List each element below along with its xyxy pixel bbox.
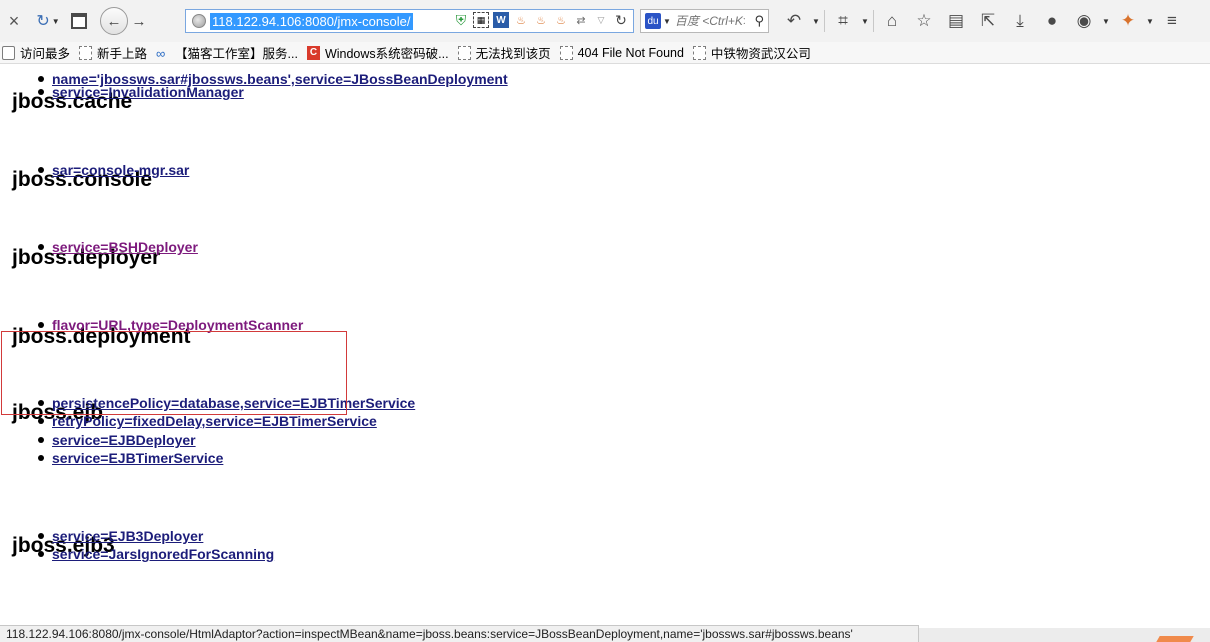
bookmark-item[interactable]: C Windows系统密码破... bbox=[306, 43, 449, 62]
java-icon[interactable]: ♨ bbox=[553, 12, 569, 28]
forward-button[interactable]: → bbox=[128, 7, 150, 35]
user-icon[interactable]: ● bbox=[1036, 7, 1068, 35]
mbean-link[interactable]: service=JarsIgnoredForScanning bbox=[52, 546, 274, 562]
list-item: service=EJBDeployer bbox=[38, 432, 196, 448]
mbean-link[interactable]: sar=console-mgr.sar bbox=[52, 162, 189, 178]
bookmark-item[interactable]: 新手上路 bbox=[79, 43, 147, 62]
mbean-link[interactable]: service=EJBTimerService bbox=[52, 450, 223, 466]
address-bar-icons: ⛨ ▦ W ♨ ♨ ♨ ⇄ ▽ ↻ bbox=[453, 12, 629, 28]
bookmark-label: 无法找到该页 bbox=[475, 47, 551, 61]
reader-icon[interactable]: ▤ bbox=[940, 7, 972, 35]
bookmarks-bar: 访问最多 新手上路 ∞ 【猫客工作室】服务... C Windows系统密码破... 无法找… bbox=[0, 42, 1210, 64]
bookmark-label: 404 File Not Found bbox=[577, 45, 684, 60]
undo-icon[interactable]: ↶ bbox=[778, 7, 810, 35]
highlight-box bbox=[1, 331, 347, 415]
list-item: service=JarsIgnoredForScanning bbox=[38, 546, 274, 562]
list-item: retryPolicy=fixedDelay,service=EJBTimerS… bbox=[38, 413, 377, 429]
bullet-icon bbox=[38, 533, 44, 539]
folder-icon bbox=[2, 45, 15, 60]
page-icon bbox=[559, 45, 573, 60]
qr-code-icon[interactable]: ▦ bbox=[473, 12, 489, 28]
bookmark-item[interactable]: ∞ 【猫客工作室】服务... bbox=[156, 43, 298, 62]
globe-icon bbox=[192, 14, 206, 28]
bullet-icon bbox=[38, 244, 44, 250]
search-input[interactable] bbox=[674, 14, 745, 28]
mbean-link[interactable]: service=BSHDeployer bbox=[52, 239, 198, 255]
bullet-icon bbox=[38, 167, 44, 173]
chevron-down-icon: ▼ bbox=[51, 16, 60, 26]
search-icon[interactable]: ⚲ bbox=[754, 13, 764, 29]
chevron-down-icon[interactable]: ▼ bbox=[810, 17, 822, 26]
close-tab-button[interactable]: × bbox=[0, 7, 28, 35]
toolbar-separator bbox=[873, 10, 874, 32]
chevron-down-icon[interactable]: ▽ bbox=[593, 12, 609, 28]
back-button[interactable]: ← bbox=[100, 7, 128, 35]
chevron-down-icon[interactable]: ▼ bbox=[663, 17, 671, 26]
bullet-icon bbox=[38, 418, 44, 424]
list-item: service=EJBTimerService bbox=[38, 450, 223, 466]
mbean-link[interactable]: service=EJBDeployer bbox=[52, 432, 196, 448]
back-arrow-icon: ← bbox=[106, 12, 122, 30]
list-item: sar=console-mgr.sar bbox=[38, 162, 189, 178]
extension-icon[interactable]: ✦ bbox=[1112, 7, 1144, 35]
bookmark-item[interactable]: 访问最多 bbox=[2, 43, 70, 62]
java-icon[interactable]: ♨ bbox=[513, 12, 529, 28]
chevron-down-icon[interactable]: ▼ bbox=[1144, 17, 1156, 26]
toolbar-separator bbox=[824, 10, 825, 32]
bookmark-item[interactable]: 404 File Not Found bbox=[559, 45, 684, 60]
red-c-icon: C bbox=[306, 45, 320, 60]
bullet-icon bbox=[38, 76, 44, 82]
home-icon[interactable]: ⌂ bbox=[876, 7, 908, 35]
list-item: service=EJB3Deployer bbox=[38, 528, 203, 544]
crop-icon[interactable]: ⌗ bbox=[827, 7, 859, 35]
list-item: service=BSHDeployer bbox=[38, 239, 198, 255]
baidu-icon[interactable]: du bbox=[645, 13, 661, 29]
bookmark-label: 访问最多 bbox=[20, 47, 71, 61]
list-item: service=InvalidationManager bbox=[38, 84, 244, 100]
mask-icon[interactable]: ◉ bbox=[1068, 7, 1100, 35]
page-info-button[interactable] bbox=[68, 10, 90, 32]
bullet-icon bbox=[38, 455, 44, 461]
status-bar: 118.122.94.106:8080/jmx-console/HtmlAdap… bbox=[0, 625, 919, 642]
bookmark-label: Windows系统密码破... bbox=[324, 47, 449, 61]
page-icon bbox=[79, 45, 93, 60]
link-icon: ∞ bbox=[156, 45, 166, 61]
word-icon[interactable]: W bbox=[493, 12, 509, 28]
page-icon bbox=[71, 13, 87, 29]
bookmark-label: 【猫客工作室】服务... bbox=[175, 47, 298, 61]
page-icon bbox=[457, 45, 471, 60]
star-icon[interactable]: ☆ bbox=[908, 7, 940, 35]
mbean-link[interactable]: service=EJB3Deployer bbox=[52, 528, 203, 544]
forward-arrow-icon: → bbox=[131, 12, 147, 30]
shield-icon[interactable]: ⛨ bbox=[453, 12, 469, 28]
chevron-down-icon[interactable]: ▼ bbox=[1100, 17, 1112, 26]
bookmark-label: 新手上路 bbox=[97, 47, 148, 61]
share-icon[interactable]: ⇱ bbox=[972, 7, 1004, 35]
address-bar[interactable]: 118.122.94.106:8080/jmx-console/ ⛨ ▦ W ♨… bbox=[185, 9, 634, 33]
browser-toolbar: × ↻ ▼ ← → 118.122.94.106:8080/jmx-consol… bbox=[0, 0, 1210, 42]
search-box: du ▼ ⚲ bbox=[640, 9, 769, 33]
sync-icon: ↻ bbox=[36, 13, 50, 30]
java-icon[interactable]: ♨ bbox=[533, 12, 549, 28]
right-toolbar: ↶ ▼ ⌗ ▼ ⌂ ☆ ▤ ⇱ ⤓ ● ◉ ▼ ✦ ▼ ≡ bbox=[778, 7, 1188, 35]
bookmark-item[interactable]: 中铁物资武汉公司 bbox=[692, 43, 811, 62]
bullet-icon bbox=[38, 322, 44, 328]
mbean-link[interactable]: service=InvalidationManager bbox=[52, 84, 244, 100]
page-icon bbox=[692, 45, 706, 60]
sync-button[interactable]: ↻ ▼ bbox=[28, 7, 68, 35]
menu-icon[interactable]: ≡ bbox=[1156, 7, 1188, 35]
reload-icon[interactable]: ↻ bbox=[613, 12, 629, 28]
translate-icon[interactable]: ⇄ bbox=[573, 12, 589, 28]
watermark-mark bbox=[1156, 636, 1194, 642]
bullet-icon bbox=[38, 437, 44, 443]
chevron-down-icon[interactable]: ▼ bbox=[859, 17, 871, 26]
mbean-link[interactable]: retryPolicy=fixedDelay,service=EJBTimerS… bbox=[52, 413, 377, 429]
download-icon[interactable]: ⤓ bbox=[1004, 7, 1036, 35]
bullet-icon bbox=[38, 551, 44, 557]
bookmark-label: 中铁物资武汉公司 bbox=[710, 47, 811, 61]
bullet-icon bbox=[38, 89, 44, 95]
url-text[interactable]: 118.122.94.106:8080/jmx-console/ bbox=[210, 12, 413, 30]
close-icon: × bbox=[8, 10, 20, 31]
bookmark-item[interactable]: 无法找到该页 bbox=[457, 43, 551, 62]
